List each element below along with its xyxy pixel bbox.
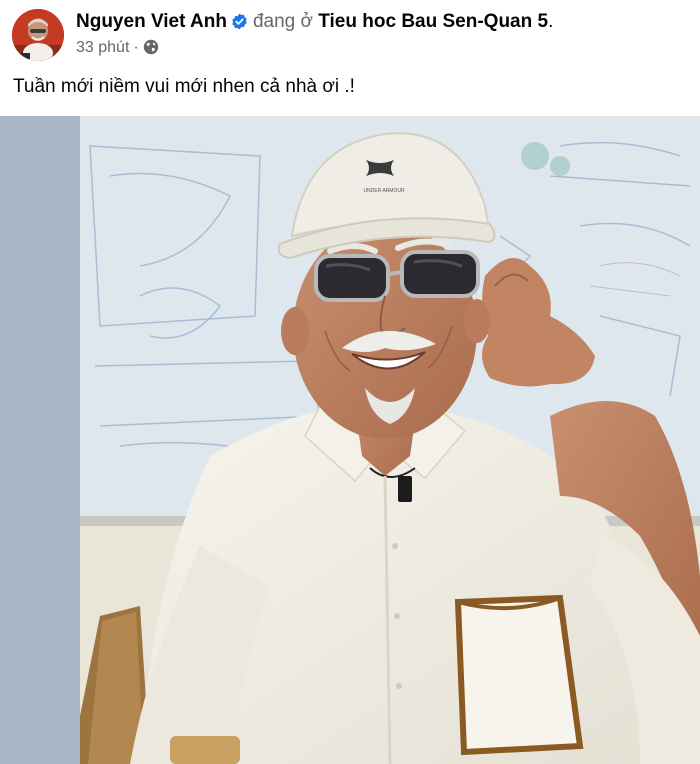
post-header-title: Nguyen Viet Anh đang ở Tieu hoc Bau Sen-Q… [76,10,553,37]
post-timestamp[interactable]: 33 phút [76,39,129,56]
post-photo[interactable]: UNDER ARMOUR [80,116,700,764]
post-header: Nguyen Viet Anh đang ở Tieu hoc Bau Sen-Q… [0,0,700,70]
location-suffix: . [548,11,554,32]
location-prefix: đang ở [252,11,313,32]
post-text: Tuần mới niềm vui mới nhen cả nhà ơi .! [13,76,355,97]
location-link[interactable]: Tieu hoc Bau Sen-Quan 5 [318,11,548,32]
post-media: UNDER ARMOUR [0,116,700,764]
post-meta: 33 phút · [76,38,159,61]
author-name[interactable]: Nguyen Viet Anh [76,11,227,32]
meta-separator: · [133,39,139,56]
author-avatar[interactable] [12,9,64,61]
globe-icon[interactable] [143,39,159,61]
verified-badge-icon [231,13,248,37]
cap-logo-text: UNDER ARMOUR [363,188,405,194]
